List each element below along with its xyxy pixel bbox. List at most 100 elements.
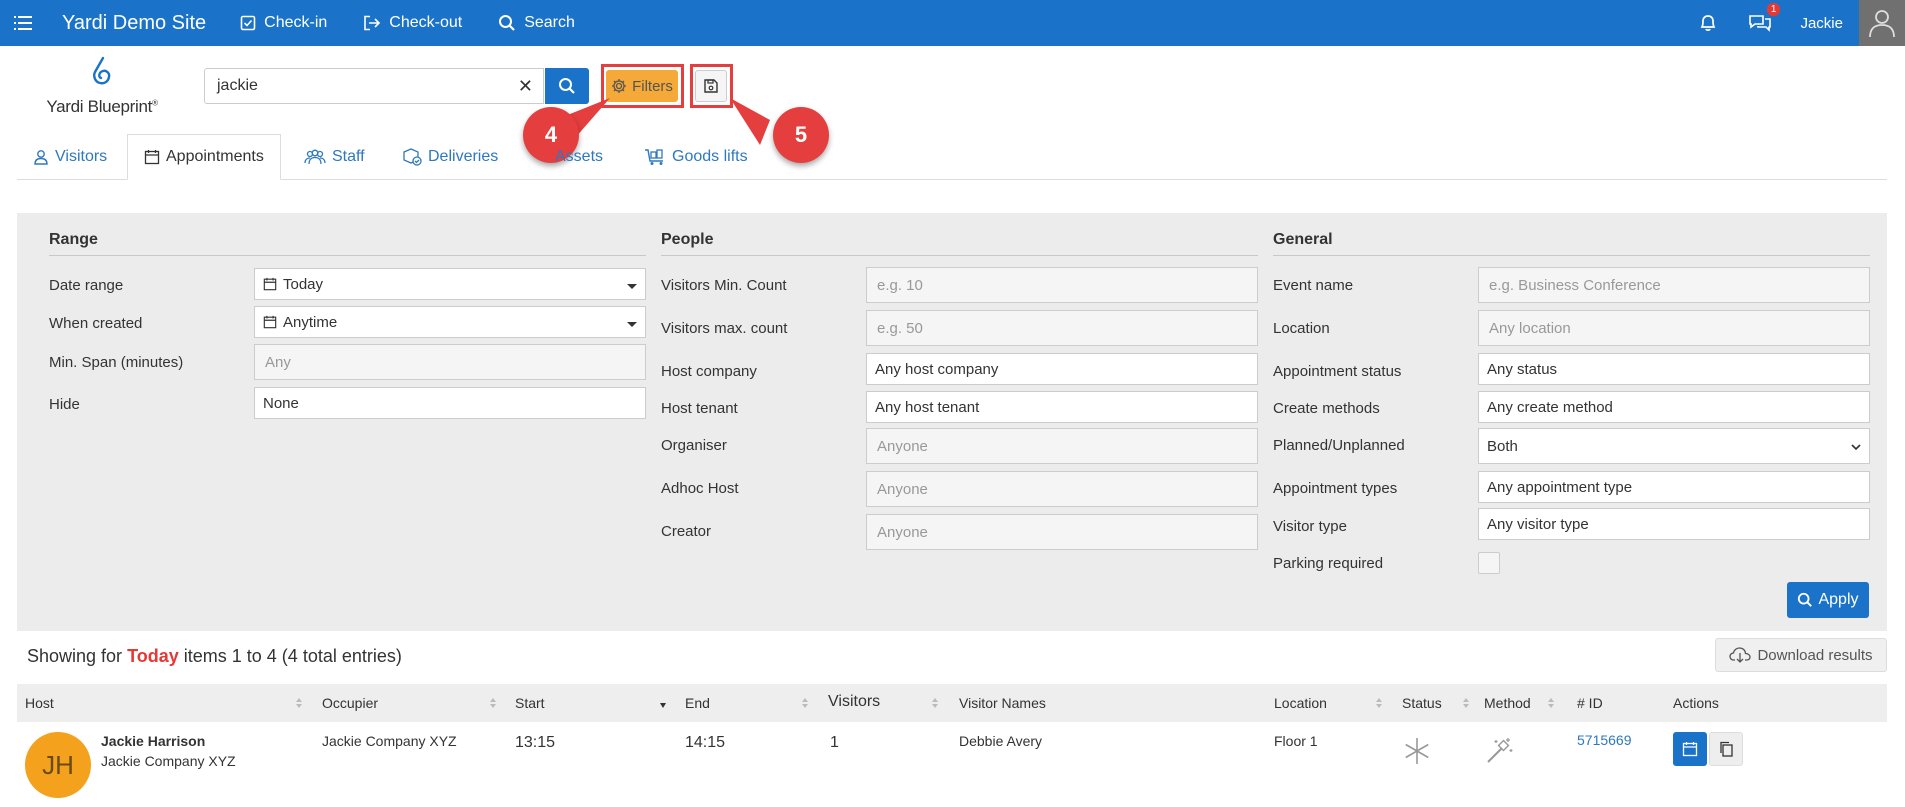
search-button[interactable] — [545, 68, 589, 104]
sort-icon[interactable] — [489, 697, 497, 709]
sort-icon[interactable] — [1375, 697, 1383, 709]
notification-badge: 1 — [1766, 3, 1781, 16]
check-out-link[interactable]: Check-out — [363, 14, 462, 32]
save-filter-button[interactable] — [695, 70, 727, 102]
location-input[interactable]: Any location — [1478, 310, 1870, 346]
event-name-label: Event name — [1273, 277, 1354, 294]
user-name[interactable]: Jackie — [1800, 15, 1843, 32]
tab-appointments[interactable]: Appointments — [127, 134, 281, 180]
tab-visitors-label: Visitors — [55, 148, 108, 165]
col-id[interactable]: # ID — [1577, 695, 1603, 711]
visitor-type-input[interactable]: Any visitor type — [1478, 508, 1870, 540]
results-period: Today — [127, 646, 179, 666]
calendar-icon — [263, 315, 277, 329]
col-actions: Actions — [1673, 695, 1719, 711]
open-calendar-button[interactable] — [1673, 732, 1707, 766]
yardi-blueprint-logo: Yardi Blueprint® — [32, 56, 172, 116]
staff-icon — [304, 149, 326, 165]
appointment-status-input[interactable]: Any status — [1478, 353, 1870, 385]
organiser-input[interactable]: Anyone — [866, 428, 1258, 464]
sort-desc-icon[interactable] — [659, 697, 667, 709]
col-method[interactable]: Method — [1484, 695, 1531, 711]
col-status[interactable]: Status — [1402, 695, 1442, 711]
tab-staff[interactable]: Staff — [304, 134, 365, 180]
when-created-label: When created — [49, 315, 143, 332]
results-summary: Showing for Today items 1 to 4 (4 total … — [27, 646, 402, 666]
parking-required-checkbox[interactable] — [1478, 552, 1500, 574]
col-location[interactable]: Location — [1274, 695, 1327, 711]
check-out-label: Check-out — [389, 14, 463, 31]
filter-panel: Range Date range Today When created Anyt… — [17, 213, 1887, 631]
min-span-input[interactable]: Any — [254, 344, 646, 380]
col-start[interactable]: Start — [515, 695, 545, 711]
apply-button[interactable]: Apply — [1787, 582, 1869, 618]
location-label: Location — [1273, 320, 1330, 337]
host-avatar: JH — [25, 732, 91, 798]
filters-label: Filters — [632, 77, 673, 95]
user-avatar-icon[interactable] — [1859, 0, 1905, 46]
when-created-select[interactable]: Anytime — [254, 306, 646, 338]
visitors-min-input[interactable]: e.g. 10 — [866, 267, 1258, 303]
download-results-button[interactable]: Download results — [1715, 638, 1887, 672]
tab-deliveries-label: Deliveries — [428, 148, 499, 165]
hide-input[interactable]: None — [254, 387, 646, 419]
sort-icon[interactable] — [295, 697, 303, 709]
general-title: General — [1273, 231, 1333, 248]
module-tabs: Visitors Appointments Staff Deliveries A… — [17, 134, 1887, 180]
col-end[interactable]: End — [685, 695, 710, 711]
tab-assets[interactable]: Assets — [555, 134, 603, 180]
tab-staff-label: Staff — [332, 148, 365, 165]
visitor-names: Debbie Avery — [959, 733, 1043, 749]
tab-deliveries[interactable]: Deliveries — [402, 134, 498, 180]
create-methods-label: Create methods — [1273, 400, 1380, 417]
planned-select[interactable]: Both — [1478, 428, 1870, 464]
sort-icon[interactable] — [1462, 697, 1470, 709]
host-company-input[interactable]: Any host company — [866, 353, 1258, 385]
creator-label: Creator — [661, 523, 712, 540]
appointment-types-input[interactable]: Any appointment type — [1478, 471, 1870, 503]
status-asterisk-icon — [1405, 738, 1429, 764]
clear-icon[interactable]: ✕ — [518, 76, 533, 97]
search-label: Search — [524, 14, 575, 31]
tab-visitors[interactable]: Visitors — [33, 134, 107, 180]
sort-icon[interactable] — [931, 697, 939, 709]
hide-label: Hide — [49, 396, 80, 413]
calendar-icon — [263, 277, 277, 291]
calendar-icon — [1682, 742, 1698, 757]
col-occupier[interactable]: Occupier — [322, 695, 378, 711]
search-input[interactable]: jackie ✕ — [204, 68, 544, 104]
adhoc-host-input[interactable]: Anyone — [866, 471, 1258, 507]
magic-wand-icon — [1487, 738, 1513, 763]
filters-button[interactable]: Filters — [606, 70, 678, 102]
logo-text: Yardi Blueprint® — [46, 97, 158, 116]
col-visitors[interactable]: Visitors — [828, 693, 880, 711]
chat-icon[interactable]: 1 — [1748, 3, 1781, 33]
col-visitor-names: Visitor Names — [959, 695, 1046, 711]
creator-input[interactable]: Anyone — [866, 514, 1258, 550]
event-name-input[interactable]: e.g. Business Conference — [1478, 267, 1870, 303]
occupier: Jackie Company XYZ — [322, 733, 457, 749]
date-range-select[interactable]: Today — [254, 268, 646, 300]
host-tenant-input[interactable]: Any host tenant — [866, 391, 1258, 423]
host-name: Jackie Harrison — [101, 733, 206, 749]
appointment-types-label: Appointment types — [1273, 480, 1398, 497]
col-host[interactable]: Host — [25, 695, 54, 711]
menu-icon[interactable] — [0, 0, 46, 46]
visitor-type-label: Visitor type — [1273, 518, 1347, 535]
sign-out-icon — [364, 15, 381, 31]
bell-icon[interactable] — [1698, 13, 1718, 33]
table-row[interactable]: JH Jackie Harrison Jackie Company XYZ Ja… — [17, 722, 1887, 807]
create-methods-input[interactable]: Any create method — [1478, 391, 1870, 423]
copy-button[interactable] — [1709, 732, 1743, 766]
search-link[interactable]: Search — [498, 14, 575, 32]
copy-icon — [1720, 741, 1733, 757]
visitors-max-input[interactable]: e.g. 50 — [866, 310, 1258, 346]
host-company: Jackie Company XYZ — [101, 753, 236, 769]
sort-icon[interactable] — [1547, 697, 1555, 709]
tab-goods-lifts[interactable]: Goods lifts — [644, 134, 748, 180]
check-in-link[interactable]: Check-in — [240, 14, 327, 32]
appointment-id-link[interactable]: 5715669 — [1577, 732, 1632, 748]
apply-label: Apply — [1818, 591, 1859, 608]
sort-icon[interactable] — [801, 697, 809, 709]
site-title[interactable]: Yardi Demo Site — [62, 12, 206, 35]
